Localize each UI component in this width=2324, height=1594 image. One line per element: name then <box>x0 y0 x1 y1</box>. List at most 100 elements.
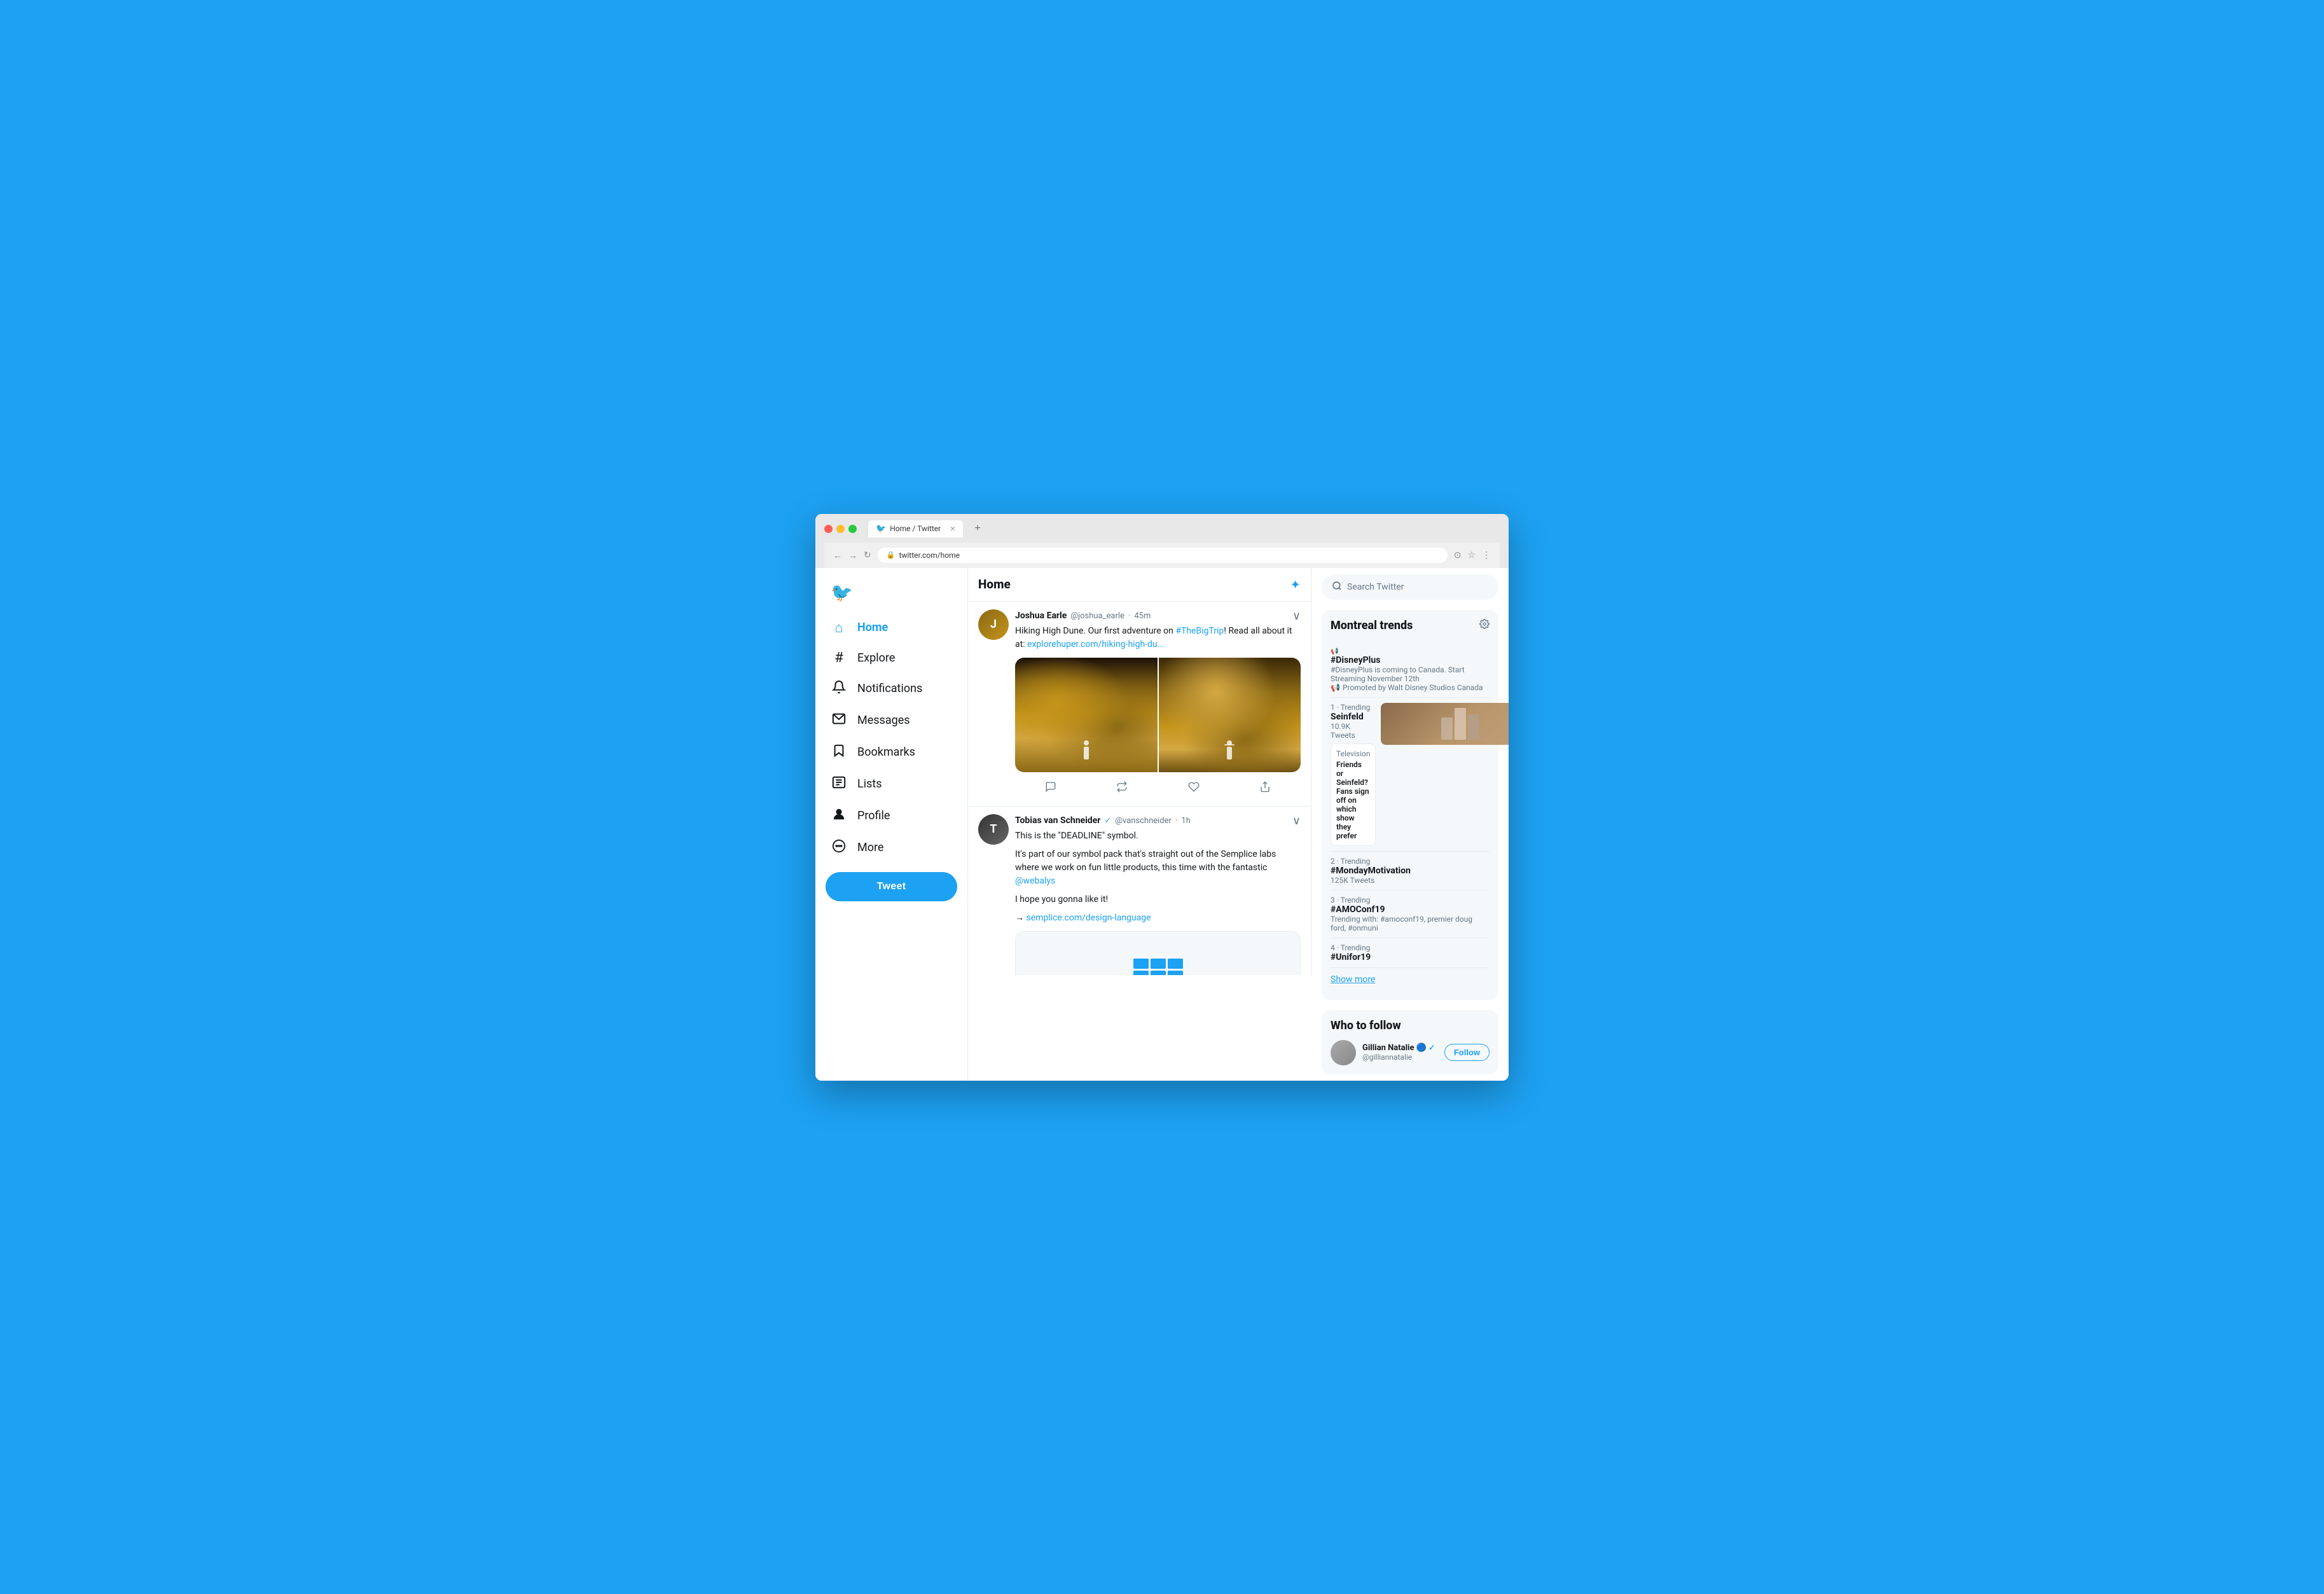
explore-icon: # <box>831 650 847 666</box>
trend-item-amoconf[interactable]: 3 · Trending #AMOConf19 Trending with: #… <box>1331 891 1490 938</box>
sidebar-label-notifications: Notifications <box>857 682 922 695</box>
follow-avatar-1 <box>1331 1040 1356 1065</box>
sidebar-item-explore[interactable]: # Explore <box>826 644 957 672</box>
close-button[interactable] <box>824 525 833 533</box>
menu-dots-icon[interactable]: ⋮ <box>1482 550 1491 560</box>
semplice-logo <box>1133 959 1183 975</box>
profile-icon <box>831 807 847 825</box>
trend-item-mondaymotivation[interactable]: 2 · Trending #MondayMotivation 125K Twee… <box>1331 852 1490 891</box>
new-tab-button[interactable]: + <box>969 520 985 537</box>
notifications-icon <box>831 680 847 698</box>
sidebar-item-profile[interactable]: Profile <box>826 801 957 831</box>
trend-name-unifor: #Unifor19 <box>1331 952 1490 962</box>
sidebar: 🐦 ⌂ Home # Explore Notifications <box>815 568 968 1081</box>
tweet-time-1: 45m <box>1134 611 1151 621</box>
tweet-item: J Joshua Earle @joshua_earle · 45m ∨ Hik… <box>968 602 1311 807</box>
browser-tab[interactable]: 🐦 Home / Twitter ✕ <box>868 520 963 537</box>
trend-card-seinfeld: Television Friends or Seinfeld? Fans sig… <box>1331 744 1376 846</box>
show-more-link[interactable]: Show more <box>1331 968 1490 991</box>
tweet-text-line2: It's part of our symbol pack that's stra… <box>1015 848 1301 888</box>
fullscreen-button[interactable] <box>848 525 857 533</box>
trend-name-monday: #MondayMotivation <box>1331 866 1490 876</box>
url-field[interactable]: 🔒 twitter.com/home <box>878 548 1448 563</box>
semplice-cell <box>1168 959 1183 969</box>
tweet-image-right[interactable] <box>1159 658 1301 772</box>
tweet-content-2: Tobias van Schneider ✓ @vanschneider · 1… <box>1015 814 1301 975</box>
search-box[interactable]: Search Twitter <box>1322 574 1498 600</box>
dune-person-left <box>1084 747 1089 759</box>
main-feed: Home ✦ J Joshua Earle @joshua_earle · 45… <box>968 568 1311 975</box>
traffic-lights <box>824 525 857 533</box>
tweet-images-1 <box>1015 658 1301 772</box>
author-name-1: Joshua Earle <box>1015 611 1067 621</box>
follow-button-1[interactable]: Follow <box>1444 1044 1490 1061</box>
tweet-text-2: This is the "DEADLINE" symbol. It's part… <box>1015 829 1301 925</box>
semplice-cell <box>1133 971 1149 975</box>
trend-category-seinfeld: 1 · Trending <box>1331 703 1376 712</box>
retweet-button-1[interactable] <box>1111 779 1133 798</box>
back-button[interactable]: ← <box>833 550 842 560</box>
trend-name-disneyplus: #DisneyPlus <box>1331 655 1490 665</box>
tweet-more-2[interactable]: ∨ <box>1292 814 1301 828</box>
reply-button-1[interactable] <box>1040 779 1062 798</box>
sidebar-item-more[interactable]: More <box>826 833 957 863</box>
tweet-link-1[interactable]: explorehuper.com/hiking-high-du... <box>1027 639 1165 649</box>
forward-button[interactable]: → <box>848 550 857 560</box>
search-icon <box>1332 581 1342 593</box>
tweet-more-1[interactable]: ∨ <box>1292 609 1301 623</box>
bookmark-star-icon[interactable]: ☆ <box>1467 550 1476 560</box>
tweet-link-2[interactable]: semplice.com/design-language <box>1026 913 1151 923</box>
twitter-logo[interactable]: 🐦 <box>826 574 957 611</box>
share-button-1[interactable] <box>1254 779 1276 798</box>
sparkle-icon[interactable]: ✦ <box>1290 577 1301 592</box>
follow-item-1: Gillian Natalie 🔵 ✓ @gilliannatalie Foll… <box>1331 1040 1490 1065</box>
follow-name-1: Gillian Natalie 🔵 ✓ <box>1362 1043 1435 1053</box>
address-bar: ← → ↻ 🔒 twitter.com/home ⊙ ☆ ⋮ <box>824 543 1500 568</box>
trend-trending-with-amoconf: Trending with: #amoconf19, premier doug … <box>1331 915 1490 932</box>
sidebar-item-home[interactable]: ⌂ Home <box>826 613 957 642</box>
follow-verified-1: ✓ <box>1428 1043 1435 1052</box>
tweet-text-line3: I hope you gonna like it! <box>1015 893 1301 906</box>
promo-by-label: 📢 Promoted by Walt Disney Studios Canada <box>1331 683 1490 692</box>
cast-icon[interactable]: ⊙ <box>1454 550 1462 560</box>
semplice-cell <box>1133 959 1149 969</box>
bookmarks-icon <box>831 744 847 761</box>
sidebar-label-messages: Messages <box>857 714 910 727</box>
trend-promo-label: 📢 <box>1331 646 1490 655</box>
sidebar-label-bookmarks: Bookmarks <box>857 745 915 759</box>
trends-box: Montreal trends 📢 #DisneyPlus #DisneyPl <box>1322 610 1498 1000</box>
sidebar-item-messages[interactable]: Messages <box>826 705 957 736</box>
tweet-hashtag-1[interactable]: #TheBigTrip <box>1175 626 1224 636</box>
browser-window: 🐦 Home / Twitter ✕ + ← → ↻ 🔒 twitter.com… <box>815 514 1509 1081</box>
like-button-1[interactable] <box>1183 779 1205 798</box>
sidebar-item-notifications[interactable]: Notifications <box>826 674 957 704</box>
tweet-mention-2[interactable]: @webalys <box>1015 876 1055 886</box>
promo-text: Promoted by Walt Disney Studios Canada <box>1343 683 1483 692</box>
sidebar-item-bookmarks[interactable]: Bookmarks <box>826 737 957 768</box>
tweet-time-2: · <box>1175 816 1177 826</box>
card-text: Friends or Seinfeld? Fans sign off on wh… <box>1336 760 1370 840</box>
minimize-button[interactable] <box>836 525 845 533</box>
trends-header: Montreal trends <box>1331 619 1490 632</box>
sidebar-label-explore: Explore <box>857 651 895 665</box>
tweet-avatar-1[interactable]: J <box>978 609 1009 640</box>
tweet-card-2[interactable] <box>1015 931 1301 975</box>
sidebar-item-lists[interactable]: Lists <box>826 769 957 800</box>
refresh-button[interactable]: ↻ <box>864 550 871 560</box>
trend-count-monday: 125K Tweets <box>1331 876 1490 885</box>
tweet-actions-1 <box>1015 779 1301 798</box>
author-handle-2: @vanschneider <box>1115 816 1172 826</box>
tweet-item-2: T Tobias van Schneider ✓ @vanschneider ·… <box>968 807 1311 975</box>
author-handle-1: @joshua_earle <box>1070 611 1124 621</box>
promo-icon: 📢 <box>1331 648 1338 655</box>
tweet-image-left[interactable] <box>1015 658 1158 772</box>
tab-close-button[interactable]: ✕ <box>950 525 955 533</box>
trend-item-disneyplus[interactable]: 📢 #DisneyPlus #DisneyPlus is coming to C… <box>1331 641 1490 698</box>
settings-icon[interactable] <box>1479 619 1490 632</box>
feed-header: Home ✦ <box>968 568 1311 602</box>
trend-item-seinfeld[interactable]: 1 · Trending Seinfeld 10.9K Tweets Telev… <box>1331 698 1490 852</box>
trend-category-amoconf: 3 · Trending <box>1331 896 1490 904</box>
tweet-button[interactable]: Tweet <box>826 872 957 901</box>
tweet-avatar-2[interactable]: T <box>978 814 1009 845</box>
trend-item-unifor[interactable]: 4 · Trending #Unifor19 <box>1331 938 1490 968</box>
